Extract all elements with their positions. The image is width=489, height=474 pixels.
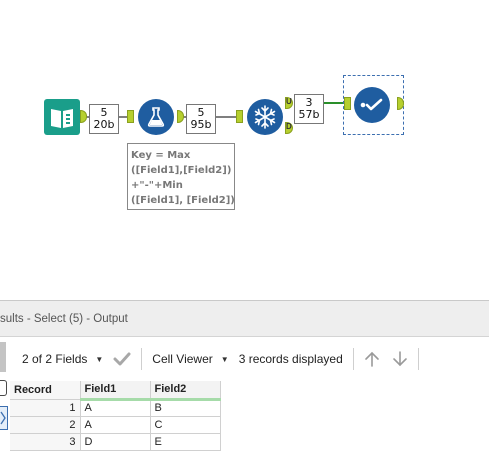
table-cell[interactable]: E bbox=[149, 432, 221, 451]
column-header-field1[interactable]: Field1 bbox=[80, 381, 151, 401]
formula-tool[interactable] bbox=[138, 99, 174, 135]
chevron-down-icon: ▼ bbox=[220, 354, 229, 364]
side-icon-bar bbox=[0, 342, 6, 372]
record-count-badge: 3 57b bbox=[294, 94, 324, 124]
formula-annotation: Key = Max ([Field1],[Field2]) +"-"+Min (… bbox=[127, 143, 235, 210]
results-table: Record Field1 Field2 1 A B 2 A C 3 D E bbox=[10, 381, 221, 451]
apply-check-icon[interactable] bbox=[113, 352, 131, 366]
results-title: sults - Select (5) - Output bbox=[0, 301, 489, 337]
snowflake-icon bbox=[254, 105, 276, 129]
summarize-tool[interactable] bbox=[247, 99, 283, 135]
record-number: 1 bbox=[10, 398, 81, 417]
record-count-badge: 5 95b bbox=[186, 104, 216, 134]
toolbar-divider bbox=[352, 348, 354, 370]
side-table-icon[interactable] bbox=[0, 380, 7, 396]
table-cell[interactable]: A bbox=[79, 398, 151, 417]
cell-viewer-label: Cell Viewer bbox=[152, 352, 213, 366]
toolbar-divider bbox=[417, 348, 419, 370]
cell-viewer-button[interactable]: Cell Viewer ▼ bbox=[152, 352, 228, 366]
record-number: 3 bbox=[10, 432, 81, 451]
column-header-record[interactable]: Record bbox=[10, 381, 81, 399]
summarize-input-anchor[interactable] bbox=[236, 110, 243, 123]
formula-input-anchor[interactable] bbox=[127, 110, 134, 123]
table-row: 3 D E bbox=[10, 432, 221, 451]
check-icon bbox=[360, 98, 383, 111]
chevron-down-icon: ▼ bbox=[95, 354, 104, 364]
select-input-anchor[interactable] bbox=[344, 97, 351, 110]
table-cell[interactable]: B bbox=[149, 398, 221, 417]
side-chevron-icon[interactable] bbox=[0, 406, 8, 430]
select-tool[interactable] bbox=[354, 87, 390, 123]
connections bbox=[86, 102, 344, 118]
table-row: 1 A B bbox=[10, 398, 221, 417]
flask-icon bbox=[147, 107, 165, 127]
workflow-canvas[interactable]: 5 20b 5 95b U D 3 57b Key = Max ([Field1… bbox=[0, 0, 489, 298]
arrow-down-icon[interactable] bbox=[392, 351, 408, 367]
book-icon bbox=[51, 109, 73, 128]
fields-selector-label: 2 of 2 Fields bbox=[22, 352, 88, 366]
input-data-tool[interactable] bbox=[44, 99, 80, 135]
records-displayed: 3 records displayed bbox=[238, 352, 343, 366]
table-cell[interactable]: C bbox=[149, 415, 221, 434]
table-header-row: Record Field1 Field2 bbox=[10, 381, 221, 401]
record-count-badge: 5 20b bbox=[89, 104, 119, 134]
record-number: 2 bbox=[10, 415, 81, 434]
results-side-strip bbox=[0, 338, 8, 474]
table-cell[interactable]: A bbox=[79, 415, 151, 434]
toolbar-divider bbox=[141, 348, 143, 370]
arrow-up-icon[interactable] bbox=[364, 351, 380, 367]
fields-selector[interactable]: 2 of 2 Fields ▼ bbox=[22, 352, 103, 366]
results-toolbar: 2 of 2 Fields ▼ Cell Viewer ▼ 3 records … bbox=[10, 338, 489, 380]
column-header-field2[interactable]: Field2 bbox=[150, 381, 221, 401]
table-cell[interactable]: D bbox=[79, 432, 151, 451]
table-row: 2 A C bbox=[10, 415, 221, 434]
